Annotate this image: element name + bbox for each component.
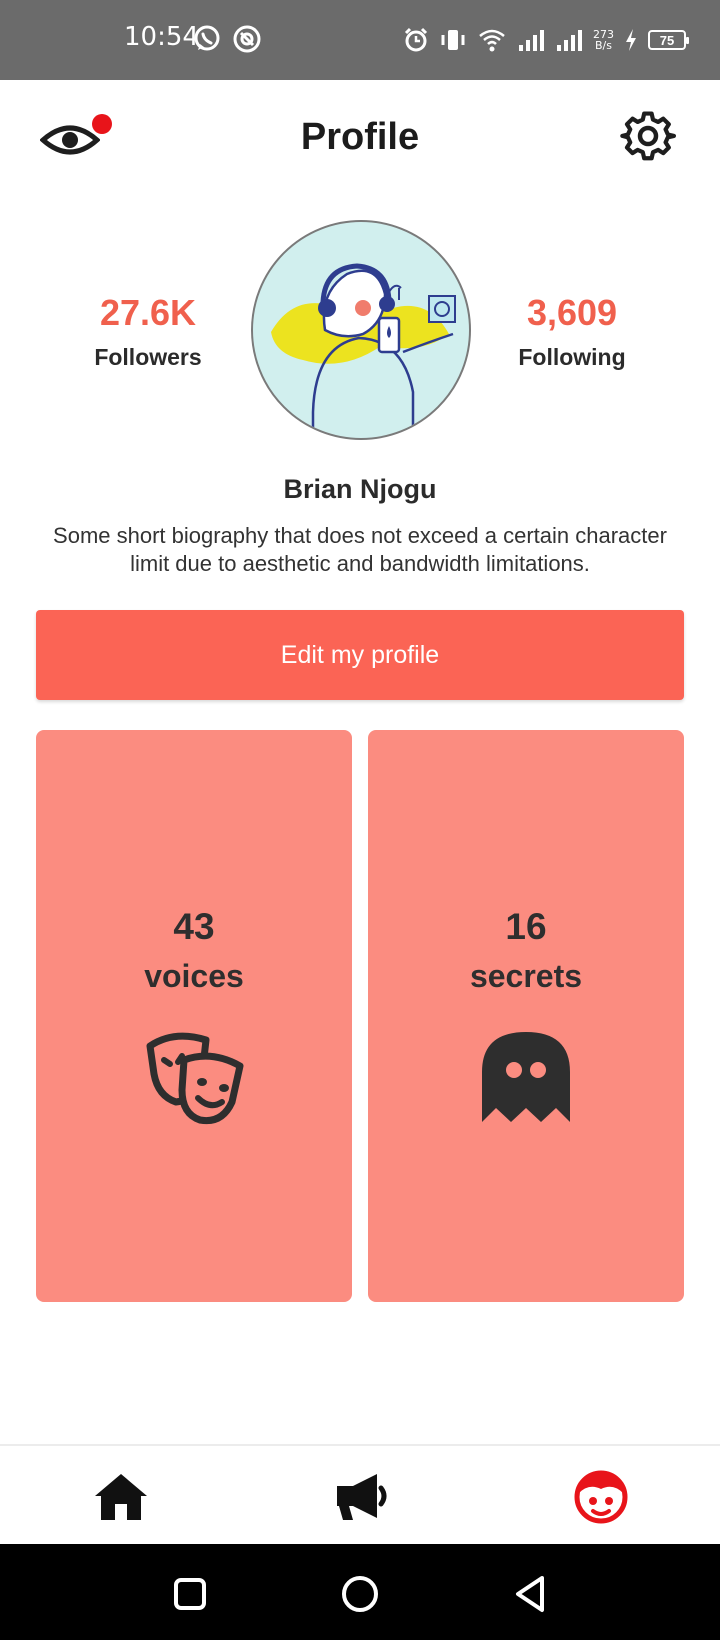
secrets-count: 16 [505,906,547,947]
net-speed-unit: B/s [595,39,612,52]
status-bar: 10:54 273 B/s 75 [0,0,720,80]
alarm-icon [404,27,428,52]
user-name: Brian Njogu [283,474,437,504]
followers-label: Followers [94,344,202,370]
gear-icon [620,111,677,161]
home-system-button[interactable] [338,1572,382,1616]
voices-card[interactable]: 43 voices [36,730,352,1302]
battery-icon: 75 [648,30,689,50]
secrets-card[interactable]: 16 secrets [368,730,684,1302]
nav-announcements[interactable] [326,1466,396,1528]
followers-stat[interactable]: 27.6K Followers [48,292,248,371]
followers-count: 27.6K [99,292,197,333]
face-icon [574,1470,628,1524]
recents-button[interactable] [168,1572,212,1616]
charging-icon [626,29,636,51]
edit-profile-button[interactable]: Edit my profile [36,610,684,700]
home-icon [95,1474,147,1520]
user-bio: Some short biography that does not excee… [53,523,667,576]
vibrate-icon [441,30,465,50]
voices-label: voices [144,958,244,994]
whatsapp-icon [194,25,220,51]
wifi-icon [479,29,505,52]
page-title: Profile [300,116,420,158]
megaphone-icon [337,1474,387,1520]
nav-home[interactable] [86,1466,156,1528]
status-time: 10:54 [124,22,199,52]
system-navigation-bar [0,1544,720,1640]
following-count: 3,609 [526,292,618,333]
square-icon [174,1578,206,1610]
following-stat[interactable]: 3,609 Following [472,292,672,371]
status-icons: 273 B/s 75 [403,22,689,58]
network-speed: 273 B/s [593,29,614,51]
avatar-illustration-icon [271,263,456,438]
signal-icon [557,30,582,51]
bottom-navigation [0,1444,720,1544]
back-button[interactable] [508,1572,552,1616]
app-header: Profile [0,80,720,200]
ghost-icon [482,1032,570,1122]
theater-masks-icon [146,1032,244,1125]
following-label: Following [518,344,626,370]
nav-profile[interactable] [566,1466,636,1528]
signal-icon [519,30,544,51]
secrets-label: secrets [469,958,583,994]
settings-button[interactable] [620,108,678,166]
circle-icon [342,1576,378,1612]
at-sign-icon [233,25,261,53]
back-triangle-icon [516,1576,544,1612]
avatar[interactable] [251,220,471,440]
voices-count: 43 [173,906,215,947]
